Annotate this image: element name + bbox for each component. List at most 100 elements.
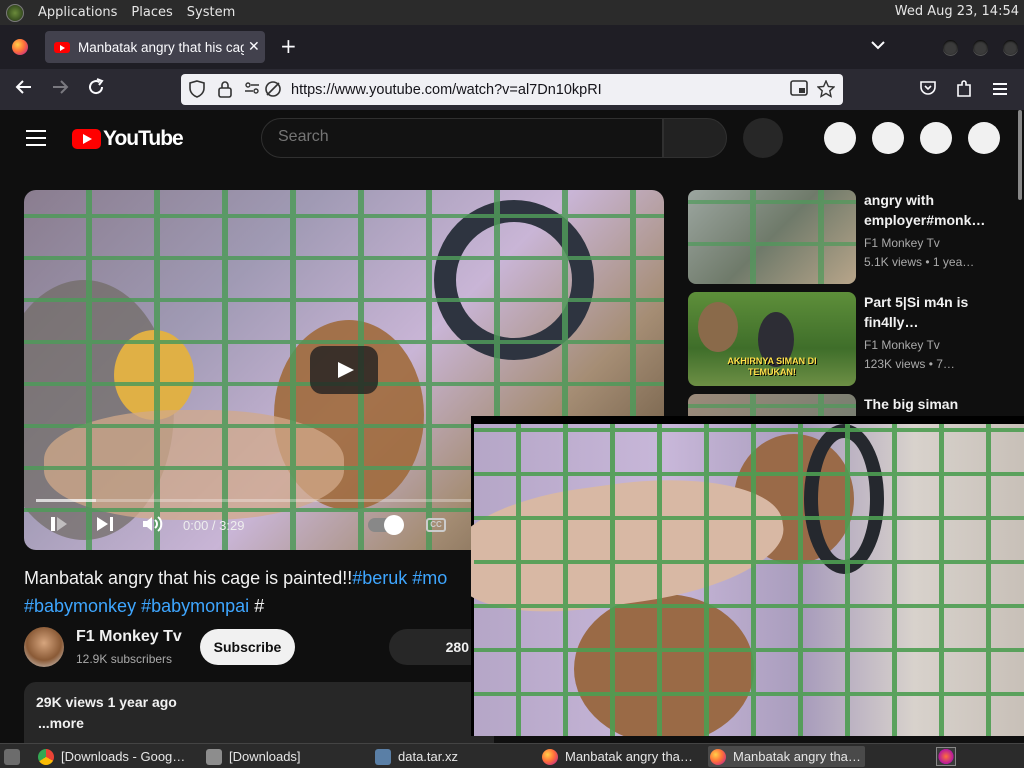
taskbar-item[interactable]: Manbatak angry tha… [542, 746, 693, 767]
search-input[interactable] [278, 128, 638, 146]
taskbar-item[interactable]: [Downloads - Goog… [38, 746, 185, 767]
header-button-3[interactable] [920, 122, 952, 154]
firefox-icon [710, 748, 726, 765]
youtube-wordmark: YouTube [103, 127, 184, 150]
header-avatar[interactable] [968, 122, 1000, 154]
video-title: Manbatak angry that his cage is painted!… [24, 564, 484, 620]
channel-avatar[interactable] [24, 627, 64, 667]
previous-icon[interactable] [50, 515, 68, 538]
lock-icon[interactable] [218, 80, 232, 102]
gnome-foot-icon[interactable] [6, 3, 24, 22]
autoplay-toggle[interactable] [368, 515, 404, 535]
channel-name[interactable]: F1 Monkey Tv [76, 628, 182, 646]
chrome-icon [38, 748, 54, 765]
back-arrow-icon[interactable] [15, 78, 33, 101]
voice-search-button[interactable] [743, 118, 783, 158]
menu-applications[interactable]: Applications [38, 5, 117, 20]
recommendation-title[interactable]: The big siman [864, 394, 1004, 414]
hashtag-mo[interactable]: #mo [412, 568, 447, 588]
reload-icon[interactable] [87, 78, 105, 101]
taskbar-item-label: Manbatak angry tha… [565, 749, 693, 764]
picture-in-picture-window[interactable] [471, 416, 1024, 736]
pip-cage [474, 424, 1024, 736]
recommendation-thumbnail[interactable] [688, 190, 856, 284]
taskbar-item-active[interactable]: Manbatak angry tha… [708, 746, 865, 767]
hashtag-babymonkey[interactable]: #babymonkey [24, 596, 136, 616]
folder-icon [206, 748, 222, 765]
time-display: 0:00 / 3:29 [183, 518, 245, 533]
recommendation-title[interactable]: angry with employer#monk… [864, 190, 1004, 230]
captions-button[interactable]: CC [426, 518, 446, 532]
search-button[interactable] [663, 118, 727, 158]
hashtag-babymonpai[interactable]: #babymonpai [141, 596, 249, 616]
subscribe-button[interactable]: Subscribe [200, 629, 295, 665]
panel-clock[interactable]: Wed Aug 23, 14:54 [895, 4, 1019, 19]
new-tab-button[interactable]: + [280, 35, 297, 57]
workspace-firefox-icon [936, 747, 956, 766]
header-button-2[interactable] [872, 122, 904, 154]
more-link[interactable]: ...more [38, 715, 84, 731]
recommendation-title-line: Part 5|Si m4n is [864, 294, 969, 310]
page-scrollbar[interactable] [1018, 110, 1022, 200]
recommendation-title-line: fin4lly… [864, 314, 919, 330]
youtube-favicon-icon [54, 41, 70, 53]
tab-active[interactable]: Manbatak angry that his cage ✕ [45, 31, 265, 63]
subscriber-count: 12.9K subscribers [76, 652, 173, 666]
window-minimize-button[interactable] [943, 40, 958, 55]
guide-menu-icon[interactable] [26, 130, 46, 151]
autoplay-blocked-icon[interactable] [264, 80, 282, 102]
browser-nav-bar: https://www.youtube.com/watch?v=al7Dn10k… [0, 69, 1024, 110]
taskbar-item-label: [Downloads - Goog… [61, 749, 186, 764]
youtube-logo[interactable]: YouTube [72, 127, 184, 151]
header-button-1[interactable] [824, 122, 856, 154]
video-title-tail: # [254, 596, 265, 616]
workspace-switcher[interactable] [936, 746, 963, 767]
bookmark-star-icon[interactable] [816, 79, 836, 102]
pip-toggle-icon[interactable] [790, 80, 808, 100]
extensions-icon[interactable] [956, 80, 972, 103]
taskbar: [Downloads - Goog… [Downloads] data.tar.… [0, 743, 1024, 768]
hashtag-beruk[interactable]: #beruk [352, 568, 407, 588]
firefox-view-icon[interactable] [12, 39, 28, 55]
url-text[interactable]: https://www.youtube.com/watch?v=al7Dn10k… [291, 82, 602, 98]
thumbnail-figure [698, 302, 738, 352]
view-count-date: 29K views 1 year ago [36, 694, 177, 710]
recommendation-title-line: The big siman [864, 396, 959, 412]
firefox-icon [542, 748, 558, 765]
thumbnail-caption: AKHIRNYA SIMAN DI TEMUKAN! [727, 356, 817, 377]
pocket-icon[interactable] [920, 80, 936, 101]
recommendation-stats: 123K views • 7… [864, 357, 955, 371]
recommendation-channel[interactable]: F1 Monkey Tv [864, 338, 940, 352]
video-title-main: Manbatak angry that his cage is painted!… [24, 568, 353, 588]
pip-video-frame [471, 424, 1024, 736]
menu-places[interactable]: Places [131, 5, 172, 20]
tracking-shield-icon[interactable] [189, 80, 205, 102]
panel-menus: Applications Places System [0, 3, 235, 22]
archive-icon [375, 748, 391, 765]
recommendation-channel[interactable]: F1 Monkey Tv [864, 236, 940, 250]
search-box[interactable] [261, 118, 663, 158]
forward-arrow-icon[interactable] [51, 78, 69, 101]
window-close-button[interactable] [1003, 40, 1018, 55]
menu-system[interactable]: System [187, 5, 235, 20]
tab-close-icon[interactable]: ✕ [248, 39, 260, 55]
list-all-tabs-icon[interactable] [871, 38, 885, 54]
recommendation-title-line: employer#monk… [864, 212, 986, 228]
taskbar-item[interactable]: [Downloads] [206, 746, 301, 767]
url-bar[interactable]: https://www.youtube.com/watch?v=al7Dn10k… [181, 74, 843, 105]
volume-icon[interactable] [142, 515, 164, 538]
recommendation-title-line: angry with [864, 192, 935, 208]
play-button[interactable] [310, 346, 378, 394]
description-box[interactable]: 29K views 1 year ago ...more [24, 682, 494, 743]
show-desktop-button[interactable] [4, 746, 27, 767]
browser-tab-bar: Manbatak angry that his cage ✕ + [0, 25, 1024, 69]
app-menu-icon[interactable] [992, 80, 1008, 101]
next-icon[interactable] [96, 515, 116, 538]
window-maximize-button[interactable] [973, 40, 988, 55]
recommendation-thumbnail[interactable]: AKHIRNYA SIMAN DI TEMUKAN! [688, 292, 856, 386]
recommendation-stats: 5.1K views • 1 yea… [864, 255, 975, 269]
taskbar-item-label: Manbatak angry tha… [733, 749, 861, 764]
taskbar-item[interactable]: data.tar.xz [375, 746, 458, 767]
recommendation-title[interactable]: Part 5|Si m4n is fin4lly… [864, 292, 1004, 332]
permissions-icon[interactable] [244, 80, 260, 100]
